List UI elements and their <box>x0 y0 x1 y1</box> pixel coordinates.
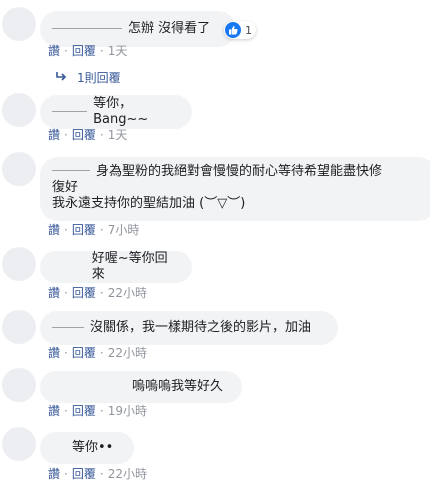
avatar[interactable] <box>2 93 36 127</box>
reply-button[interactable]: 回覆 <box>72 223 96 237</box>
comment-actions: 讚 · 回覆 · 22小時 <box>48 467 147 481</box>
separator: · <box>64 223 68 237</box>
separator: · <box>99 128 104 142</box>
separator: · <box>99 223 104 237</box>
separator: · <box>99 467 104 481</box>
separator: · <box>64 44 68 58</box>
comment-bubble: 沒關係，我一樣期待之後的影片，加油 <box>40 311 338 345</box>
comment-actions: 讚 · 回覆 · 1天 <box>48 128 127 142</box>
view-replies-link[interactable]: 1則回覆 <box>55 69 121 86</box>
avatar[interactable] <box>2 427 36 461</box>
separator: · <box>64 346 68 360</box>
comment-bubble: 等你•• <box>40 432 134 464</box>
comment-line: 身為聖粉的我絕對會慢慢的耐心等待希望能盡快修 <box>52 164 424 180</box>
separator: · <box>99 404 104 418</box>
reply-button[interactable]: 回覆 <box>72 44 96 58</box>
redacted-name-line <box>52 110 88 112</box>
separator: · <box>99 44 104 58</box>
redacted-name-line <box>52 326 84 328</box>
comment-time[interactable]: 1天 <box>108 128 128 142</box>
comment-actions: 讚 · 回覆 · 22小時 <box>48 346 147 360</box>
like-button[interactable]: 讚 <box>48 346 60 360</box>
comment-time[interactable]: 1天 <box>108 44 128 58</box>
reaction-count: 1 <box>245 23 252 37</box>
comment-bubble: 嗚嗚嗚我等好久 <box>40 371 242 403</box>
comment-actions: 讚 · 回覆 · 22小時 <box>48 286 147 300</box>
comment-line: 我永遠支持你的聖結加油 (︶▽︶) <box>52 196 246 211</box>
comment-time[interactable]: 7小時 <box>108 223 140 237</box>
comment-bubble: 身為聖粉的我絕對會慢慢的耐心等待希望能盡快修 復好 我永遠支持你的聖結加油 (︶… <box>40 157 430 221</box>
like-button[interactable]: 讚 <box>48 404 60 418</box>
like-button[interactable]: 讚 <box>48 467 60 481</box>
comment-time[interactable]: 22小時 <box>108 346 147 360</box>
avatar[interactable] <box>2 247 36 281</box>
comment-actions: 讚 · 回覆 · 19小時 <box>48 404 147 418</box>
comment-text: 嗚嗚嗚我等好久 <box>132 379 224 394</box>
separator: · <box>64 404 68 418</box>
comment-bubble: 等你，Bang~~ <box>40 95 192 129</box>
comment-text: 等你•• <box>72 440 114 455</box>
comment-text: 沒關係，我一樣期待之後的影片，加油 <box>90 320 312 335</box>
separator: · <box>99 346 104 360</box>
like-button[interactable]: 讚 <box>48 128 60 142</box>
avatar[interactable] <box>2 7 36 41</box>
comment-time[interactable]: 22小時 <box>108 467 147 481</box>
reply-arrow-icon <box>55 71 67 85</box>
separator: · <box>64 467 68 481</box>
like-button[interactable]: 讚 <box>48 286 60 300</box>
avatar[interactable] <box>2 152 36 186</box>
like-icon <box>225 22 241 38</box>
reply-button[interactable]: 回覆 <box>72 286 96 300</box>
separator: · <box>64 128 68 142</box>
replies-label: 1則回覆 <box>77 71 121 85</box>
redacted-name-line <box>52 266 86 267</box>
comment-actions: 讚 · 回覆 · 1天 <box>48 44 127 58</box>
reply-button[interactable]: 回覆 <box>72 404 96 418</box>
comment-text: 等你，Bang~~ <box>93 96 149 127</box>
separator: · <box>64 286 68 300</box>
comment-text: 好喔~等你回來 <box>91 251 168 282</box>
comment-time[interactable]: 22小時 <box>108 286 147 300</box>
comment-actions: 讚 · 回覆 · 7小時 <box>48 223 139 237</box>
redacted-name-line <box>52 27 122 29</box>
avatar[interactable] <box>2 310 36 344</box>
reply-button[interactable]: 回覆 <box>72 128 96 142</box>
comment-line: 復好 <box>52 180 79 195</box>
reply-button[interactable]: 回覆 <box>72 467 96 481</box>
reaction-badge[interactable]: 1 <box>224 21 256 39</box>
reply-button[interactable]: 回覆 <box>72 346 96 360</box>
like-button[interactable]: 讚 <box>48 223 60 237</box>
like-button[interactable]: 讚 <box>48 44 60 58</box>
redacted-name-line <box>52 386 126 387</box>
comment-time[interactable]: 19小時 <box>108 404 147 418</box>
comment-bubble: 好喔~等你回來 <box>40 251 192 283</box>
redacted-name-line <box>52 447 66 448</box>
comment-text: 怎辦 沒得看了 <box>128 21 211 36</box>
avatar[interactable] <box>2 368 36 402</box>
comment-text: 身為聖粉的我絕對會慢慢的耐心等待希望能盡快修 <box>96 164 383 179</box>
separator: · <box>99 286 104 300</box>
comment-bubble: 怎辦 沒得看了 <box>40 11 236 47</box>
redacted-name-line <box>52 170 90 171</box>
